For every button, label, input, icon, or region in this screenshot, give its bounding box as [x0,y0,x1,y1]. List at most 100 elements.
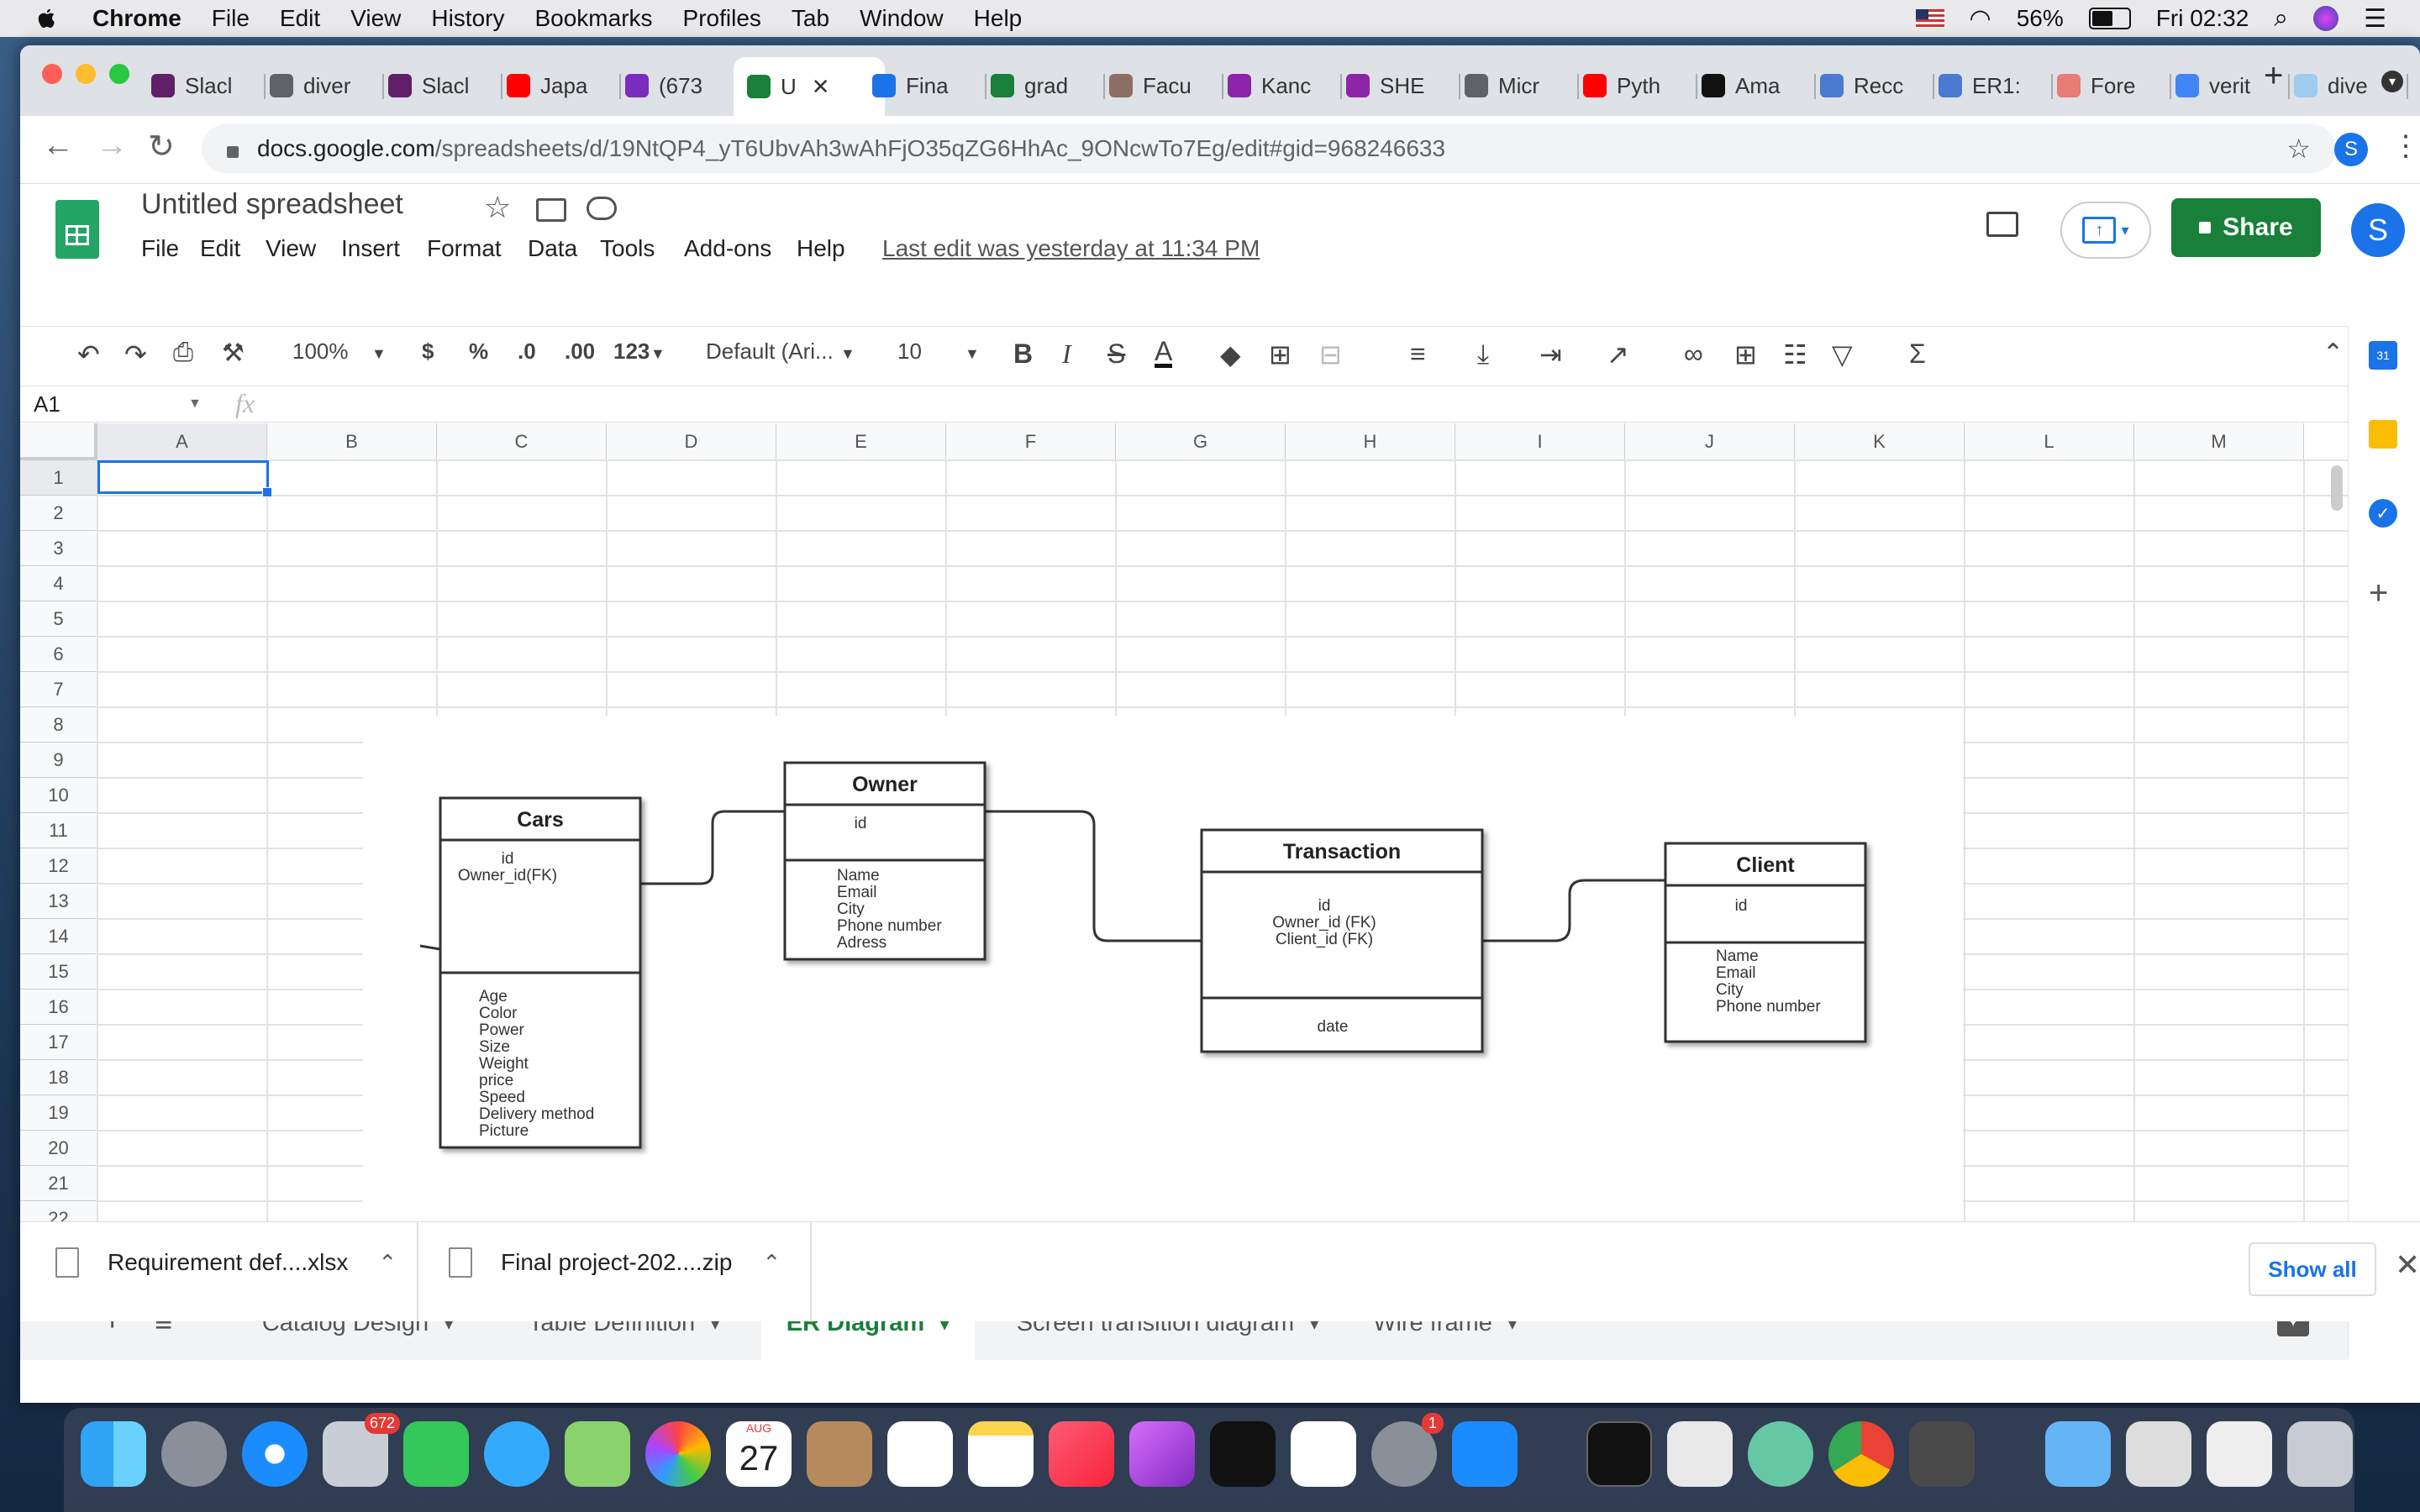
browser-tab[interactable]: (673 [625,60,733,111]
terminal-icon[interactable] [1586,1421,1652,1487]
omnibox[interactable]: docs.google.com /spreadsheets/d/19NtQP4_… [202,124,2336,173]
more-formats-chevron-icon[interactable]: ▼ [650,345,666,363]
atom-icon[interactable] [1748,1421,1813,1487]
bold-icon[interactable]: B [1013,339,1033,370]
last-edit-link[interactable]: Last edit was yesterday at 11:34 PM [882,235,1260,262]
er-diagram-drawing[interactable]: Cars id Owner_id(FK) Age Color Power Size Wei… [363,716,1963,1247]
browser-tab[interactable]: Slacl [388,60,496,111]
text-color-icon[interactable]: A [1155,338,1173,368]
zoom-select[interactable]: 100% [292,339,349,365]
launchpad-icon[interactable] [161,1421,227,1487]
browser-tab[interactable]: Pyth [1583,60,1691,111]
wifi-icon[interactable]: ◠ [1970,4,1991,34]
close-window-button[interactable] [42,64,62,84]
profile-avatar[interactable]: S [2334,133,2368,166]
zoom-window-button[interactable] [109,64,129,84]
selected-cell-a1[interactable] [97,460,272,497]
facetime-icon[interactable] [403,1421,469,1487]
chrome-dock-icon[interactable] [1828,1421,1894,1487]
menubar-profiles[interactable]: Profiles [683,5,761,32]
strikethrough-icon[interactable]: S [1107,339,1125,370]
menu-format[interactable]: Format [427,235,502,262]
browser-tab[interactable]: Japa [507,60,614,111]
share-button[interactable]: Share [2171,198,2321,257]
preview-icon[interactable] [1667,1421,1733,1487]
close-downloads-shelf-icon[interactable]: ✕ [2395,1247,2420,1283]
menu-tools[interactable]: Tools [600,235,655,262]
finder-icon[interactable] [81,1421,146,1487]
reminders-icon[interactable] [887,1421,953,1487]
clock[interactable]: Fri 02:32 [2156,5,2249,32]
decrease-decimal-button[interactable]: .0 [518,339,536,365]
download-options-chevron-icon[interactable]: ⌃ [378,1250,397,1276]
lock-icon[interactable] [227,146,239,158]
menubar-tab[interactable]: Tab [792,5,829,32]
photos-icon[interactable] [645,1421,711,1487]
vertical-scrollbar[interactable] [2331,465,2343,511]
reload-icon[interactable]: ↻ [148,128,175,165]
menubar-help[interactable]: Help [974,5,1023,32]
menu-data[interactable]: Data [528,235,577,262]
back-arrow-icon[interactable]: ← [42,128,74,164]
podcasts-icon[interactable] [1129,1421,1195,1487]
notes-icon[interactable] [968,1421,1034,1487]
mail-icon[interactable]: 672 [323,1413,400,1487]
system-preferences-icon[interactable]: 1 [1371,1413,1444,1487]
font-size-select[interactable]: 10 [897,339,922,365]
screenshot-stack-icon[interactable] [2126,1421,2191,1487]
print-icon[interactable]: ⎙ [173,339,193,367]
browser-tab[interactable]: diver [270,60,377,111]
menubar-view[interactable]: View [350,5,401,32]
spotlight-search-icon[interactable]: ⌕ [2274,4,2288,33]
us-flag-icon[interactable] [1915,9,1944,28]
show-all-downloads-button[interactable]: Show all [2249,1242,2376,1296]
app-store-icon[interactable] [1452,1421,1518,1487]
menubar-edit[interactable]: Edit [280,5,320,32]
folder-icon[interactable] [2045,1421,2111,1487]
tab-close-icon[interactable]: ✕ [812,74,830,100]
browser-tab[interactable]: Recc [1820,60,1928,111]
more-formats-button[interactable]: 123 [613,339,650,365]
functions-icon[interactable]: Σ [1909,339,1926,370]
font-chevron-icon[interactable]: ▼ [840,345,855,363]
vertical-align-icon[interactable]: ⤓ [1477,339,1489,370]
menu-insert[interactable]: Insert [341,235,400,262]
menubar-app-name[interactable]: Chrome [92,5,182,32]
calendar-icon[interactable]: 31 [2369,341,2397,370]
sheets-logo-icon[interactable] [55,200,99,259]
zoom-chevron-icon[interactable]: ▼ [371,345,387,363]
collapse-toolbar-icon[interactable]: ⌃ [2323,339,2344,368]
music-icon[interactable] [1049,1421,1114,1487]
downloads-stack-icon[interactable] [2207,1421,2272,1487]
siri-icon[interactable] [2313,6,2339,31]
browser-tab[interactable]: Micr [1465,60,1572,111]
get-addons-plus-icon[interactable]: + [2369,575,2388,612]
merge-cells-icon[interactable]: ⊟ [1319,339,1342,370]
browser-tab[interactable]: Fore [2057,60,2165,111]
keep-icon[interactable] [2369,420,2397,449]
trash-icon[interactable] [2287,1421,2353,1487]
insert-chart-icon[interactable]: ☷ [1783,339,1807,370]
fill-handle[interactable] [262,487,272,497]
text-rotation-icon[interactable]: ↗ [1607,339,1629,370]
menu-help[interactable]: Help [797,235,845,262]
browser-tab[interactable]: Slacl [151,60,259,111]
battery-icon[interactable] [2088,8,2131,29]
menu-view[interactable]: View [266,235,316,262]
move-folder-icon[interactable] [536,198,566,222]
menu-file[interactable]: File [141,235,179,262]
name-box[interactable]: A1 [34,391,60,417]
safari-icon[interactable] [242,1421,308,1487]
entity-cars[interactable] [439,796,642,1149]
redo-icon[interactable]: ↷ [124,339,147,370]
borders-icon[interactable]: ⊞ [1269,339,1292,370]
format-currency-button[interactable]: $ [422,339,434,365]
bookmark-star-icon[interactable]: ☆ [2286,133,2311,165]
account-avatar[interactable]: S [2351,203,2405,257]
apple-tv-icon[interactable] [1210,1421,1276,1487]
menubar-bookmarks[interactable]: Bookmarks [534,5,652,32]
fill-color-icon[interactable]: ◆ [1220,339,1241,370]
forward-arrow-icon[interactable]: → [96,128,128,164]
star-icon[interactable]: ☆ [484,190,511,225]
download-item-zip[interactable]: Final project-202....zip ⌃ [449,1247,781,1278]
